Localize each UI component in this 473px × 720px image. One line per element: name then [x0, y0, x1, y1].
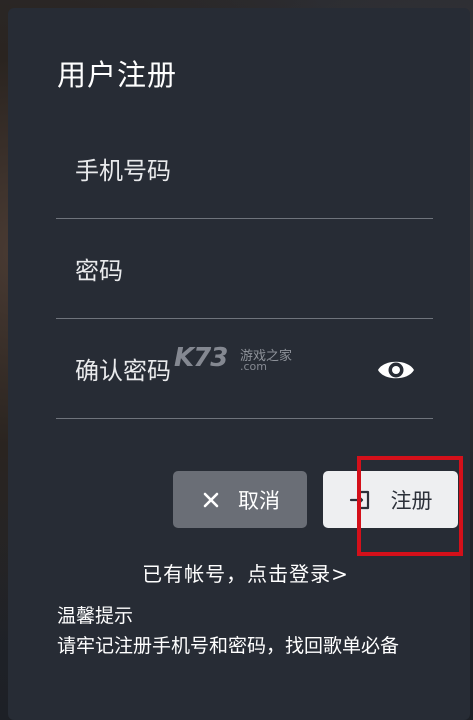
phone-field: [56, 118, 433, 219]
eye-icon[interactable]: [376, 354, 416, 386]
cancel-button[interactable]: 取消: [173, 471, 307, 528]
dialog-title: 用户注册: [57, 58, 178, 92]
phone-input[interactable]: [56, 146, 395, 196]
watermark: K73 游戏之家 .com: [174, 343, 300, 375]
tip-body: 请牢记注册手机号和密码，找回歌单必备: [57, 635, 400, 657]
sign-in-icon: [349, 489, 371, 511]
register-button[interactable]: 注册: [323, 471, 458, 528]
tip-title: 温馨提示: [57, 605, 134, 627]
register-button-label: 注册: [390, 488, 433, 513]
cancel-button-label: 取消: [238, 488, 280, 513]
watermark-domain: .com: [240, 360, 267, 373]
close-icon: [200, 489, 222, 511]
password-input[interactable]: [56, 246, 395, 296]
password-field: [56, 218, 433, 319]
login-link[interactable]: 已有帐号，点击登录>: [0, 558, 473, 587]
watermark-logo: K73: [174, 343, 228, 373]
